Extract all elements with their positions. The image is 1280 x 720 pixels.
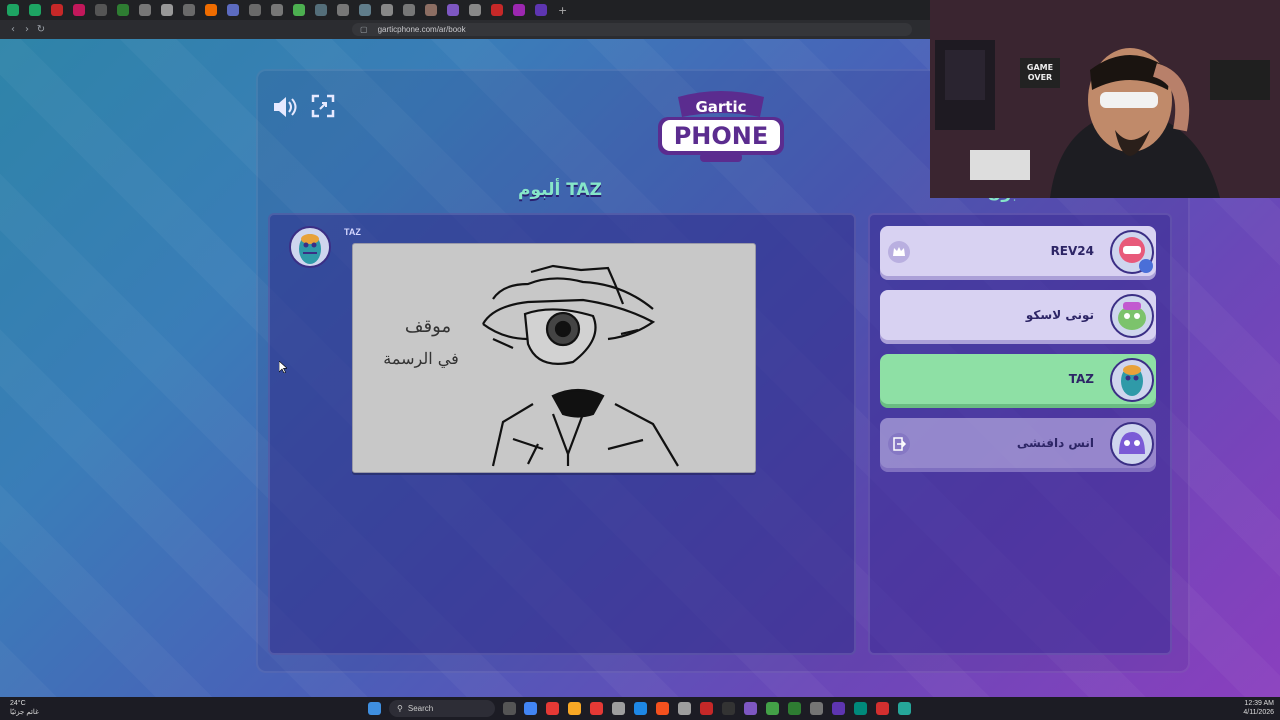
browser-tab[interactable]: [271, 4, 283, 16]
logo-text-bottom: PHONE: [674, 122, 769, 150]
youtube-icon[interactable]: [590, 702, 603, 715]
drawing-handwritten-line1: موقف: [405, 316, 451, 337]
browser-tab[interactable]: [7, 4, 19, 16]
weather-temp: 24°C: [10, 700, 26, 707]
player-row: REV24: [880, 226, 1156, 280]
gartic-phone-logo: Gartic PHONE: [656, 89, 786, 164]
player-name: انس دافنشى: [1016, 436, 1094, 450]
browser-tab[interactable]: [205, 4, 217, 16]
browser-tab[interactable]: [425, 4, 437, 16]
browser-tab[interactable]: [315, 4, 327, 16]
system-clock[interactable]: 12:39 AM 4/11/2026: [1243, 699, 1274, 717]
windows-start-icon[interactable]: [368, 702, 381, 715]
player-row: تونى لاسكو: [880, 290, 1156, 344]
drawing-canvas: موقف في الرسمة: [383, 264, 679, 467]
browser-tab[interactable]: [513, 4, 525, 16]
new-tab-icon[interactable]: +: [558, 4, 567, 17]
browser-tab[interactable]: [403, 4, 415, 16]
browser-tab[interactable]: [491, 4, 503, 16]
os-taskbar: 24°C غائم جزئيًا ⚲ Search 12:39 AM 4/11/…: [0, 697, 1280, 720]
file-explorer-icon[interactable]: [568, 702, 581, 715]
browser-tab[interactable]: [183, 4, 195, 16]
drawing-handwritten-line2: في الرسمة: [383, 349, 458, 368]
message-author-avatar: [288, 225, 332, 269]
app-icon[interactable]: [832, 702, 845, 715]
app-icon[interactable]: [876, 702, 889, 715]
logo-text-top: Gartic: [695, 98, 746, 116]
weather-desc: غائم جزئيًا: [10, 709, 39, 716]
url-text: garticphone.com/ar/book: [377, 25, 466, 34]
app-icon[interactable]: [612, 702, 625, 715]
drawing-card: موقف في الرسمة: [352, 243, 756, 473]
browser-tab[interactable]: [29, 4, 41, 16]
browser-tab[interactable]: [249, 4, 261, 16]
chrome-icon[interactable]: [524, 702, 537, 715]
mouse-cursor-icon: [278, 358, 288, 374]
app-icon[interactable]: [700, 702, 713, 715]
browser-tab[interactable]: [381, 4, 393, 16]
exit-icon: [888, 433, 910, 455]
taskbar-search[interactable]: ⚲ Search: [389, 700, 495, 717]
bookmark-icon[interactable]: ▢: [360, 25, 368, 34]
app-icon[interactable]: [546, 702, 559, 715]
settings-icon[interactable]: [810, 702, 823, 715]
player-name: REV24: [1050, 244, 1094, 258]
search-label: Search: [407, 704, 434, 713]
back-icon[interactable]: ‹: [6, 24, 20, 35]
player-avatar: [1108, 228, 1156, 276]
browser-tab[interactable]: [447, 4, 459, 16]
reload-icon[interactable]: ↻: [34, 24, 48, 35]
player-name: تونى لاسكو: [1025, 308, 1094, 322]
player-row-active: TAZ: [880, 354, 1156, 408]
player-avatar: [1108, 356, 1156, 404]
browser-tab[interactable]: [73, 4, 85, 16]
discord-icon[interactable]: [744, 702, 757, 715]
browser-tab[interactable]: [139, 4, 151, 16]
brave-icon[interactable]: [656, 702, 669, 715]
browser-tab[interactable]: [359, 4, 371, 16]
browser-tab[interactable]: [95, 4, 107, 16]
browser-tab[interactable]: [535, 4, 547, 16]
app-icon[interactable]: [854, 702, 867, 715]
search-icon: ⚲: [397, 704, 403, 713]
xbox-icon[interactable]: [788, 702, 801, 715]
browser-tab[interactable]: [117, 4, 129, 16]
album-title: ألبوم TAZ: [518, 180, 602, 200]
crown-icon: [888, 241, 910, 263]
app-icon[interactable]: [722, 702, 735, 715]
player-avatar: [1108, 420, 1156, 468]
browser-tab[interactable]: [337, 4, 349, 16]
volume-icon[interactable]: [270, 93, 300, 121]
app-icon[interactable]: [634, 702, 647, 715]
player-row: انس دافنشى: [880, 418, 1156, 472]
player-avatar: [1108, 292, 1156, 340]
browser-tab[interactable]: [293, 4, 305, 16]
address-input[interactable]: ▢ garticphone.com/ar/book: [352, 23, 912, 36]
browser-tab[interactable]: [469, 4, 481, 16]
weather-widget[interactable]: 24°C غائم جزئيًا: [10, 699, 39, 717]
app-icon[interactable]: [678, 702, 691, 715]
forward-icon[interactable]: ›: [20, 24, 34, 35]
browser-tab[interactable]: [161, 4, 173, 16]
browser-tab[interactable]: [51, 4, 63, 16]
player-name: TAZ: [1068, 372, 1094, 386]
app-icon[interactable]: [898, 702, 911, 715]
webcam-overlay: GAME OVER: [930, 0, 1280, 198]
message-author-name: TAZ: [344, 227, 361, 237]
whatsapp-icon[interactable]: [766, 702, 779, 715]
clock-date: 4/11/2026: [1243, 709, 1274, 716]
clock-time: 12:39 AM: [1244, 700, 1274, 707]
poster-text-line2: OVER: [1028, 73, 1052, 82]
drawing-torso: [491, 388, 679, 467]
browser-tab[interactable]: [227, 4, 239, 16]
fullscreen-icon[interactable]: [310, 93, 340, 121]
taskview-icon[interactable]: [503, 702, 516, 715]
drawing-hat-eye: [482, 264, 656, 365]
poster-text-line1: GAME: [1027, 63, 1053, 72]
